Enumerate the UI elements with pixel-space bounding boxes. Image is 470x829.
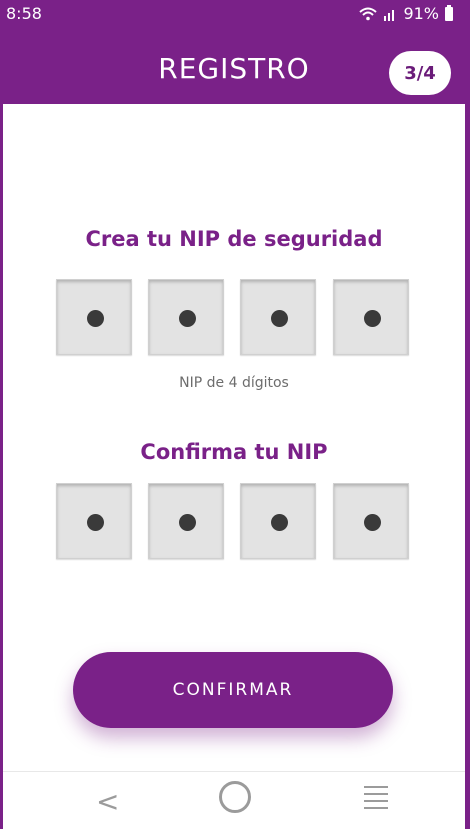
battery-percent: 91% (403, 4, 439, 23)
system-nav-bar: < (3, 771, 465, 829)
pin-dot-icon (364, 514, 381, 531)
battery-icon (445, 4, 453, 21)
app-screen: 8:58 91% REGISTRO 3/4 Crea tu NIP de seg… (3, 0, 465, 829)
pin-digit-box[interactable] (240, 483, 316, 559)
back-icon[interactable]: < (96, 785, 119, 818)
confirm-pin-label: Confirma tu NIP (140, 440, 328, 464)
pin-dot-icon (364, 310, 381, 327)
pin-digit-box[interactable] (56, 279, 132, 355)
pin-dot-icon (179, 310, 196, 327)
signal-icon (383, 7, 397, 21)
pin-digit-box[interactable] (333, 279, 409, 355)
create-pin-input[interactable] (56, 279, 416, 359)
header-bar: 8:58 91% REGISTRO 3/4 (3, 0, 465, 104)
pin-digit-box[interactable] (148, 483, 224, 559)
pin-dot-icon (87, 310, 104, 327)
pin-dot-icon (87, 514, 104, 531)
wifi-icon (359, 7, 378, 21)
menu-icon[interactable] (364, 786, 388, 814)
pin-digit-box[interactable] (56, 483, 132, 559)
create-pin-label: Crea tu NIP de seguridad (85, 227, 383, 251)
pin-dot-icon (271, 310, 288, 327)
status-bar: 8:58 91% (3, 0, 465, 28)
pin-digit-box[interactable] (240, 279, 316, 355)
confirm-button[interactable]: CONFIRMAR (73, 652, 393, 728)
pin-dot-icon (179, 514, 196, 531)
pin-digit-box[interactable] (148, 279, 224, 355)
pin-digit-box[interactable] (333, 483, 409, 559)
status-time: 8:58 (6, 4, 42, 23)
status-icons: 91% (359, 4, 453, 23)
pin-dot-icon (271, 514, 288, 531)
step-indicator: 3/4 (389, 51, 451, 95)
pin-hint: NIP de 4 dígitos (179, 375, 289, 391)
confirm-pin-input[interactable] (56, 483, 416, 563)
home-icon[interactable] (219, 781, 251, 813)
